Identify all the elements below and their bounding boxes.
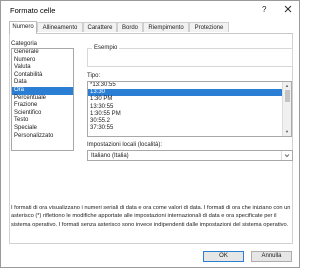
type-item[interactable]: 1:30 PM xyxy=(88,96,291,103)
cancel-button[interactable]: Annulla xyxy=(251,251,292,262)
type-item[interactable]: 13:30:55 xyxy=(88,104,291,111)
category-item-scientifico[interactable]: Scientifico xyxy=(12,110,73,118)
category-item-testo[interactable]: Testo xyxy=(12,117,73,125)
format-description: I formati di ora visualizzano i numeri s… xyxy=(11,205,291,228)
type-item-selected[interactable]: 13:30 xyxy=(88,89,291,97)
type-item[interactable]: 30:55.2 xyxy=(88,118,291,125)
locale-value: Italiano (Italia) xyxy=(91,153,129,159)
scroll-up-icon[interactable]: ▲ xyxy=(284,83,290,88)
category-item-speciale[interactable]: Speciale xyxy=(12,125,73,133)
category-item-data[interactable]: Data xyxy=(12,79,73,87)
type-item[interactable]: *13:30:55 xyxy=(88,82,291,89)
category-item-frazione[interactable]: Frazione xyxy=(12,102,73,110)
category-item-ora[interactable]: Ora xyxy=(12,86,73,95)
tab-allineamento[interactable]: Allineamento xyxy=(37,22,83,32)
type-item[interactable]: 1:30:55 PM xyxy=(88,111,291,118)
title-bar: Formato celle ? xyxy=(1,1,299,19)
close-button[interactable] xyxy=(281,3,295,15)
category-list[interactable]: Generale Numero Valuta Contabilità Data … xyxy=(11,48,74,151)
category-item-personalizzato[interactable]: Personalizzato xyxy=(12,133,73,141)
category-item-numero[interactable]: Numero xyxy=(12,57,73,65)
close-icon xyxy=(284,5,292,13)
locale-select[interactable]: Italiano (Italia) xyxy=(87,150,293,161)
type-list[interactable]: *13:30:55 13:30 1:30 PM 13:30:55 1:30:55… xyxy=(87,81,292,137)
dialog-title: Formato celle xyxy=(10,6,56,15)
category-item-contabilita[interactable]: Contabilità xyxy=(12,72,73,80)
chevron-down-icon[interactable] xyxy=(281,151,292,160)
help-button[interactable]: ? xyxy=(262,5,266,14)
scroll-thumb[interactable] xyxy=(285,90,290,102)
tab-bordo[interactable]: Bordo xyxy=(117,22,143,32)
type-label: Tipo: xyxy=(87,73,101,79)
tab-protezione[interactable]: Protezione xyxy=(189,22,229,32)
example-group: Esempio xyxy=(87,45,293,67)
category-item-percentuale[interactable]: Percentuale xyxy=(12,95,73,103)
tab-riempimento[interactable]: Riempimento xyxy=(143,22,189,32)
locale-label: Impostazioni locali (località): xyxy=(87,142,163,148)
type-item[interactable]: 37:30:55 xyxy=(88,125,291,132)
scroll-down-icon[interactable]: ▼ xyxy=(284,129,290,134)
type-list-scrollbar[interactable]: ▲ ▼ xyxy=(282,82,291,136)
ok-button[interactable]: OK xyxy=(203,251,244,262)
example-label: Esempio xyxy=(92,45,120,51)
tab-bar: Numero Allineamento Carattere Bordo Riem… xyxy=(9,21,293,34)
category-label: Categoria xyxy=(11,41,38,47)
category-item-generale[interactable]: Generale xyxy=(12,49,73,57)
format-cells-dialog: Formato celle ? Numero Allineamento Cara… xyxy=(0,0,300,268)
category-item-valuta[interactable]: Valuta xyxy=(12,64,73,72)
tab-carattere[interactable]: Carattere xyxy=(83,22,117,32)
tab-numero[interactable]: Numero xyxy=(9,21,37,34)
